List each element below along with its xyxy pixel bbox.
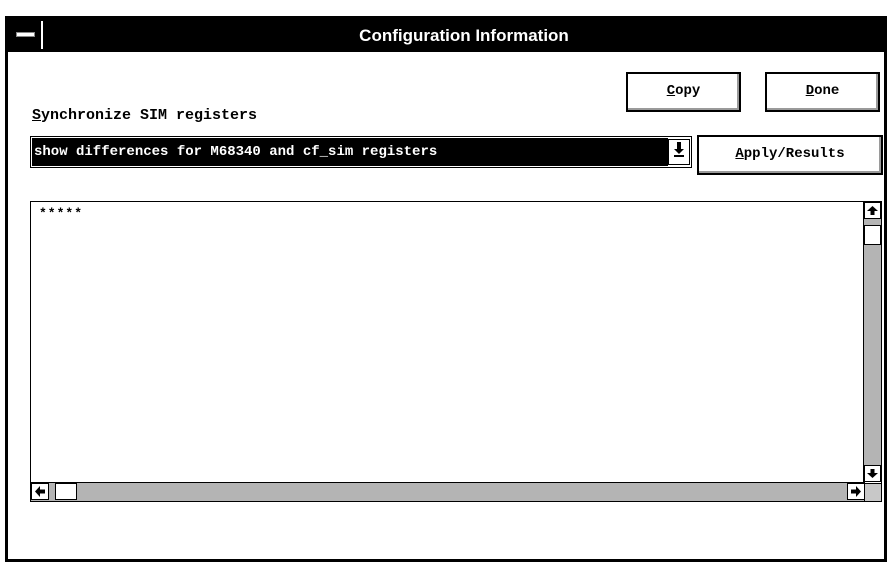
scrollbar-corner (864, 483, 881, 501)
title-bar[interactable]: Configuration Information (8, 19, 884, 52)
done-mnemonic: D (805, 83, 815, 99)
arrow-right-glyph (851, 486, 861, 497)
horizontal-scrollbar[interactable] (31, 482, 865, 501)
done-label: one (814, 83, 840, 99)
copy-label: opy (675, 83, 701, 99)
system-menu-icon[interactable] (10, 21, 43, 49)
sync-registers-label: Synchronize SIM registers (32, 107, 257, 124)
system-menu-bar (16, 32, 35, 37)
results-textbox[interactable]: ***** (30, 201, 882, 502)
arrow-down-glyph (867, 469, 878, 478)
arrow-left-glyph (35, 486, 45, 497)
arrow-right-icon[interactable] (847, 483, 865, 500)
sync-label-mnemonic: S (32, 107, 42, 124)
arrow-up-icon[interactable] (864, 202, 881, 219)
apply-label: pply/Results (743, 146, 845, 162)
dropdown-arrow-glyph (674, 142, 684, 157)
done-button[interactable]: Done (765, 72, 880, 112)
vertical-scrollbar[interactable] (863, 202, 881, 482)
arrow-up-glyph (867, 206, 878, 215)
horizontal-scroll-thumb[interactable] (55, 483, 77, 500)
window-title: Configuration Information (359, 26, 569, 45)
results-text: ***** (39, 206, 84, 221)
arrow-left-icon[interactable] (31, 483, 49, 500)
vertical-scroll-thumb[interactable] (864, 225, 881, 245)
sync-mode-selected-value: show differences for M68340 and cf_sim r… (32, 138, 668, 166)
sync-label-text: ynchronize SIM registers (41, 107, 258, 124)
apply-results-button[interactable]: Apply/Results (697, 135, 883, 175)
copy-button[interactable]: Copy (626, 72, 741, 112)
sync-mode-dropdown[interactable]: show differences for M68340 and cf_sim r… (30, 136, 692, 168)
arrow-down-icon[interactable] (864, 465, 881, 482)
apply-mnemonic: A (735, 146, 744, 162)
copy-mnemonic: C (666, 83, 676, 99)
configuration-window: Configuration Information Synchronize SI… (5, 16, 887, 562)
dropdown-arrow-icon[interactable] (668, 139, 690, 165)
